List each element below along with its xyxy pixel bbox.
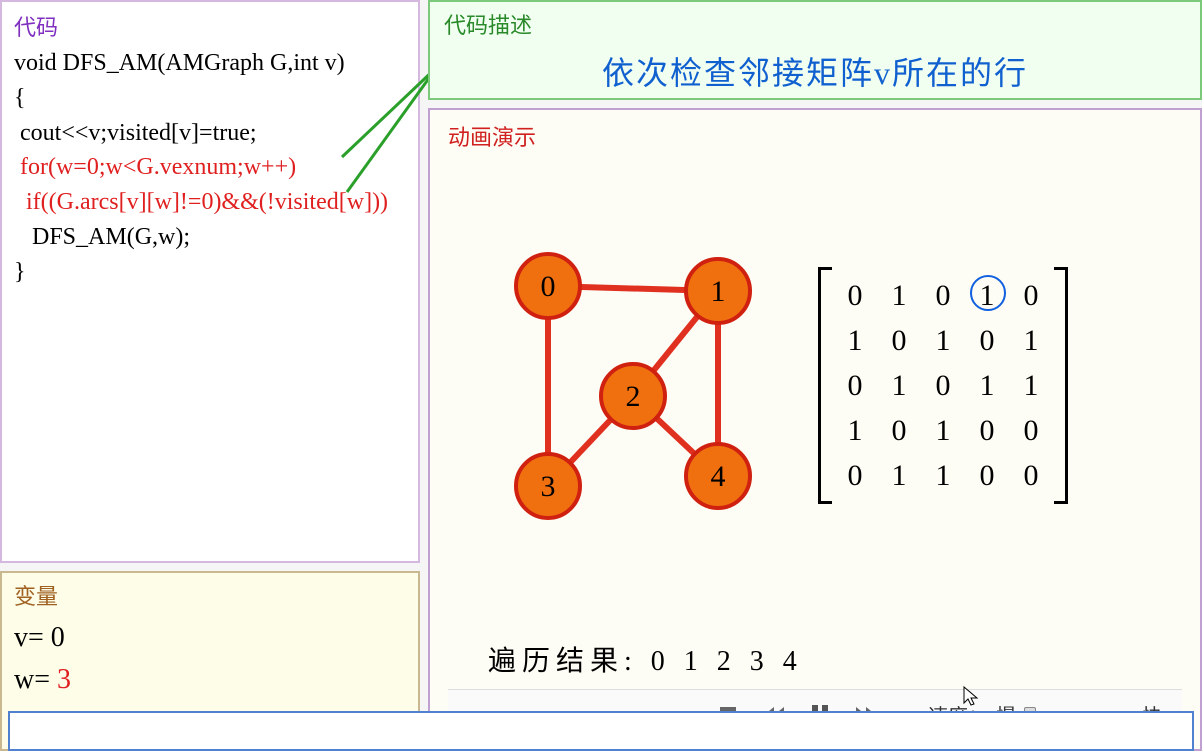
code-label: 代码 — [14, 10, 406, 42]
matrix-cell: 0 — [974, 408, 1000, 453]
svg-text:2: 2 — [626, 380, 641, 413]
matrix-cell: 0 — [1018, 273, 1044, 318]
svg-text:3: 3 — [541, 470, 556, 503]
matrix-row: 01011 — [842, 363, 1044, 408]
matrix-cell: 0 — [930, 363, 956, 408]
desc-label: 代码描述 — [444, 8, 1186, 40]
code-body: void DFS_AM(AMGraph G,int v){ cout<<v;vi… — [14, 46, 406, 290]
description-panel: 代码描述 依次检查邻接矩阵v所在的行 — [428, 0, 1202, 100]
bottom-panel — [8, 711, 1194, 751]
matrix-cell: 0 — [842, 273, 868, 318]
adjacency-matrix: 0101010101010111010001100 — [818, 267, 1068, 504]
matrix-cell: 1 — [1018, 363, 1044, 408]
code-line: for(w=0;w<G.vexnum;w++) — [14, 150, 406, 185]
matrix-cell: 1 — [930, 408, 956, 453]
matrix-cell: 0 — [930, 273, 956, 318]
variable-item: v= 0 — [14, 617, 406, 659]
code-line: { — [14, 81, 406, 116]
code-panel: 代码 void DFS_AM(AMGraph G,int v){ cout<<v… — [0, 0, 420, 563]
variable-item: w= 3 — [14, 659, 406, 701]
matrix-row: 10100 — [842, 408, 1044, 453]
desc-text: 依次检查邻接矩阵v所在的行 — [444, 48, 1186, 94]
matrix-cell: 0 — [842, 453, 868, 498]
code-line: DFS_AM(G,w); — [14, 220, 406, 255]
matrix-cell: 0 — [1018, 453, 1044, 498]
matrix-cell: 0 — [1018, 408, 1044, 453]
matrix-cell: 1 — [842, 408, 868, 453]
svg-text:0: 0 — [541, 270, 556, 303]
matrix-cell: 0 — [842, 363, 868, 408]
animation-panel: 动画演示 01234 0101010101010111010001100 遍历结… — [428, 108, 1202, 751]
matrix-cell: 1 — [842, 318, 868, 363]
matrix-row: 01010 — [842, 273, 1044, 318]
code-line: void DFS_AM(AMGraph G,int v) — [14, 46, 406, 81]
matrix-cell: 1 — [930, 318, 956, 363]
matrix-cell: 0 — [886, 408, 912, 453]
matrix-cell: 1 — [974, 273, 1000, 318]
matrix-row: 10101 — [842, 318, 1044, 363]
matrix-cell: 0 — [974, 453, 1000, 498]
matrix-cell: 1 — [886, 363, 912, 408]
matrix-cell: 0 — [974, 318, 1000, 363]
matrix-cell: 0 — [886, 318, 912, 363]
svg-text:4: 4 — [711, 460, 726, 493]
matrix-cell: 1 — [930, 453, 956, 498]
matrix-cell: 1 — [886, 453, 912, 498]
anim-label: 动画演示 — [448, 120, 1182, 152]
var-label: 变量 — [14, 579, 406, 611]
matrix-cell: 1 — [974, 363, 1000, 408]
code-line: } — [14, 255, 406, 290]
code-line: cout<<v;visited[v]=true; — [14, 116, 406, 151]
matrix-cell: 1 — [886, 273, 912, 318]
svg-text:1: 1 — [711, 275, 726, 308]
traversal-result: 遍历结果: 0 1 2 3 4 — [488, 639, 1182, 679]
graph-visualization: 0 1 2 3 4 — [468, 236, 788, 536]
code-line: if((G.arcs[v][w]!=0)&&(!visited[w])) — [14, 185, 406, 220]
matrix-cell: 1 — [1018, 318, 1044, 363]
matrix-row: 01100 — [842, 453, 1044, 498]
